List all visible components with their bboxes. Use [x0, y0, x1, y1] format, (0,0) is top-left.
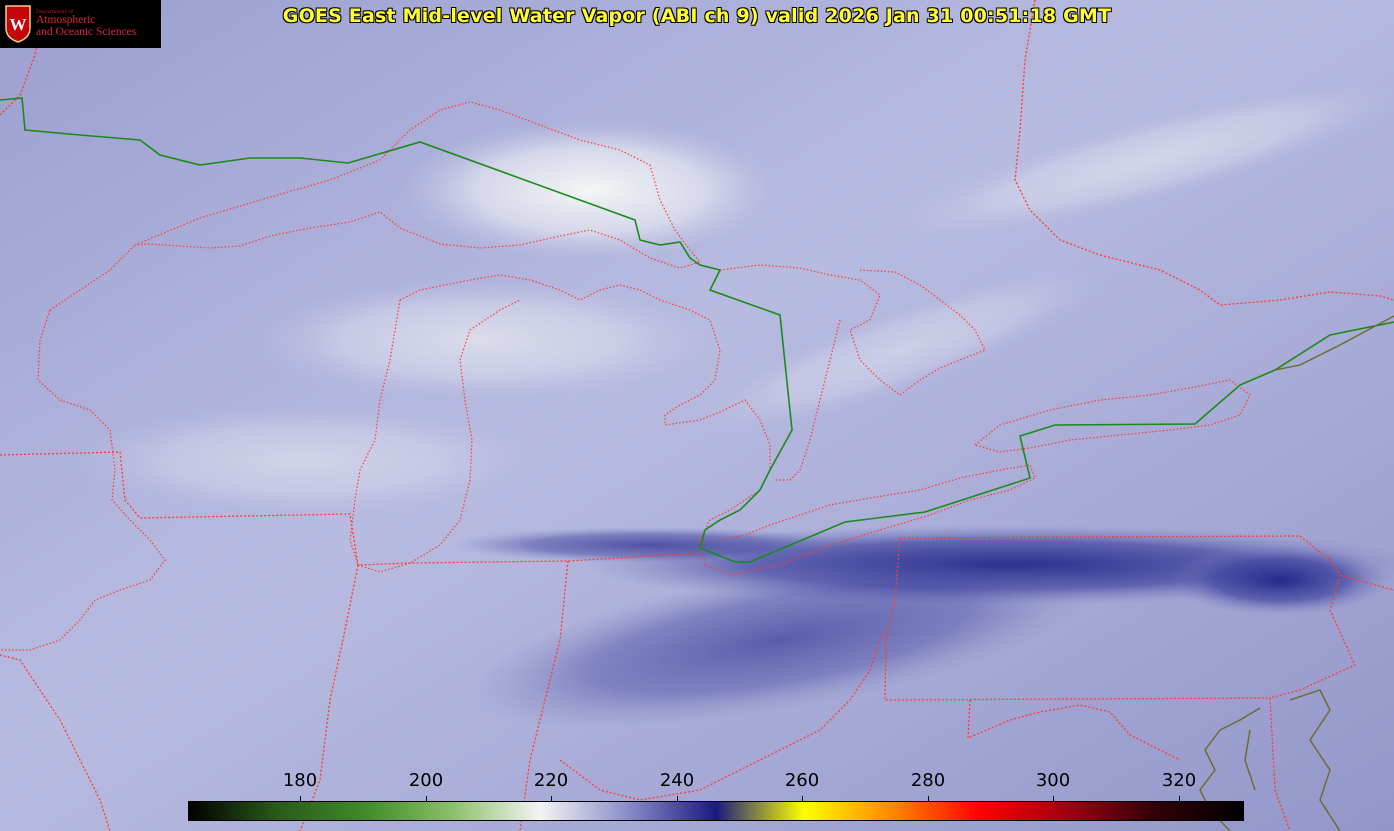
colorbar-tick-label: 260: [784, 770, 820, 791]
colorbar-tick-label: 280: [910, 770, 946, 791]
colorbar-tick-label: 220: [533, 770, 569, 791]
colorbar-tick-mark: [1179, 796, 1180, 802]
colorbar-tick-label: 200: [408, 770, 444, 791]
colorbar-tick-mark: [802, 796, 803, 802]
colorbar-tick-label: 320: [1161, 770, 1197, 791]
image-title: GOES East Mid-level Water Vapor (ABI ch …: [282, 5, 1112, 27]
colorbar-tick-mark: [677, 796, 678, 802]
colorbar-tick-label: 300: [1035, 770, 1071, 791]
water-vapor-map: [0, 0, 1394, 831]
colorbar-tick-mark: [551, 796, 552, 802]
bright-cloud-region: [400, 120, 780, 260]
colorbar-tick-label: 240: [659, 770, 695, 791]
logo-line-2: and Oceanic Sciences: [36, 25, 137, 38]
bright-streak: [70, 405, 530, 515]
bright-streak: [250, 280, 710, 400]
colorbar-tick-mark: [928, 796, 929, 802]
colorbar-tick-mark: [1053, 796, 1054, 802]
colorbar: [188, 801, 1244, 821]
colorbar-tick-label: 180: [282, 770, 318, 791]
colorbar-tick-mark: [426, 796, 427, 802]
colorbar-tick-mark: [300, 796, 301, 802]
moist-band: [1170, 545, 1390, 615]
